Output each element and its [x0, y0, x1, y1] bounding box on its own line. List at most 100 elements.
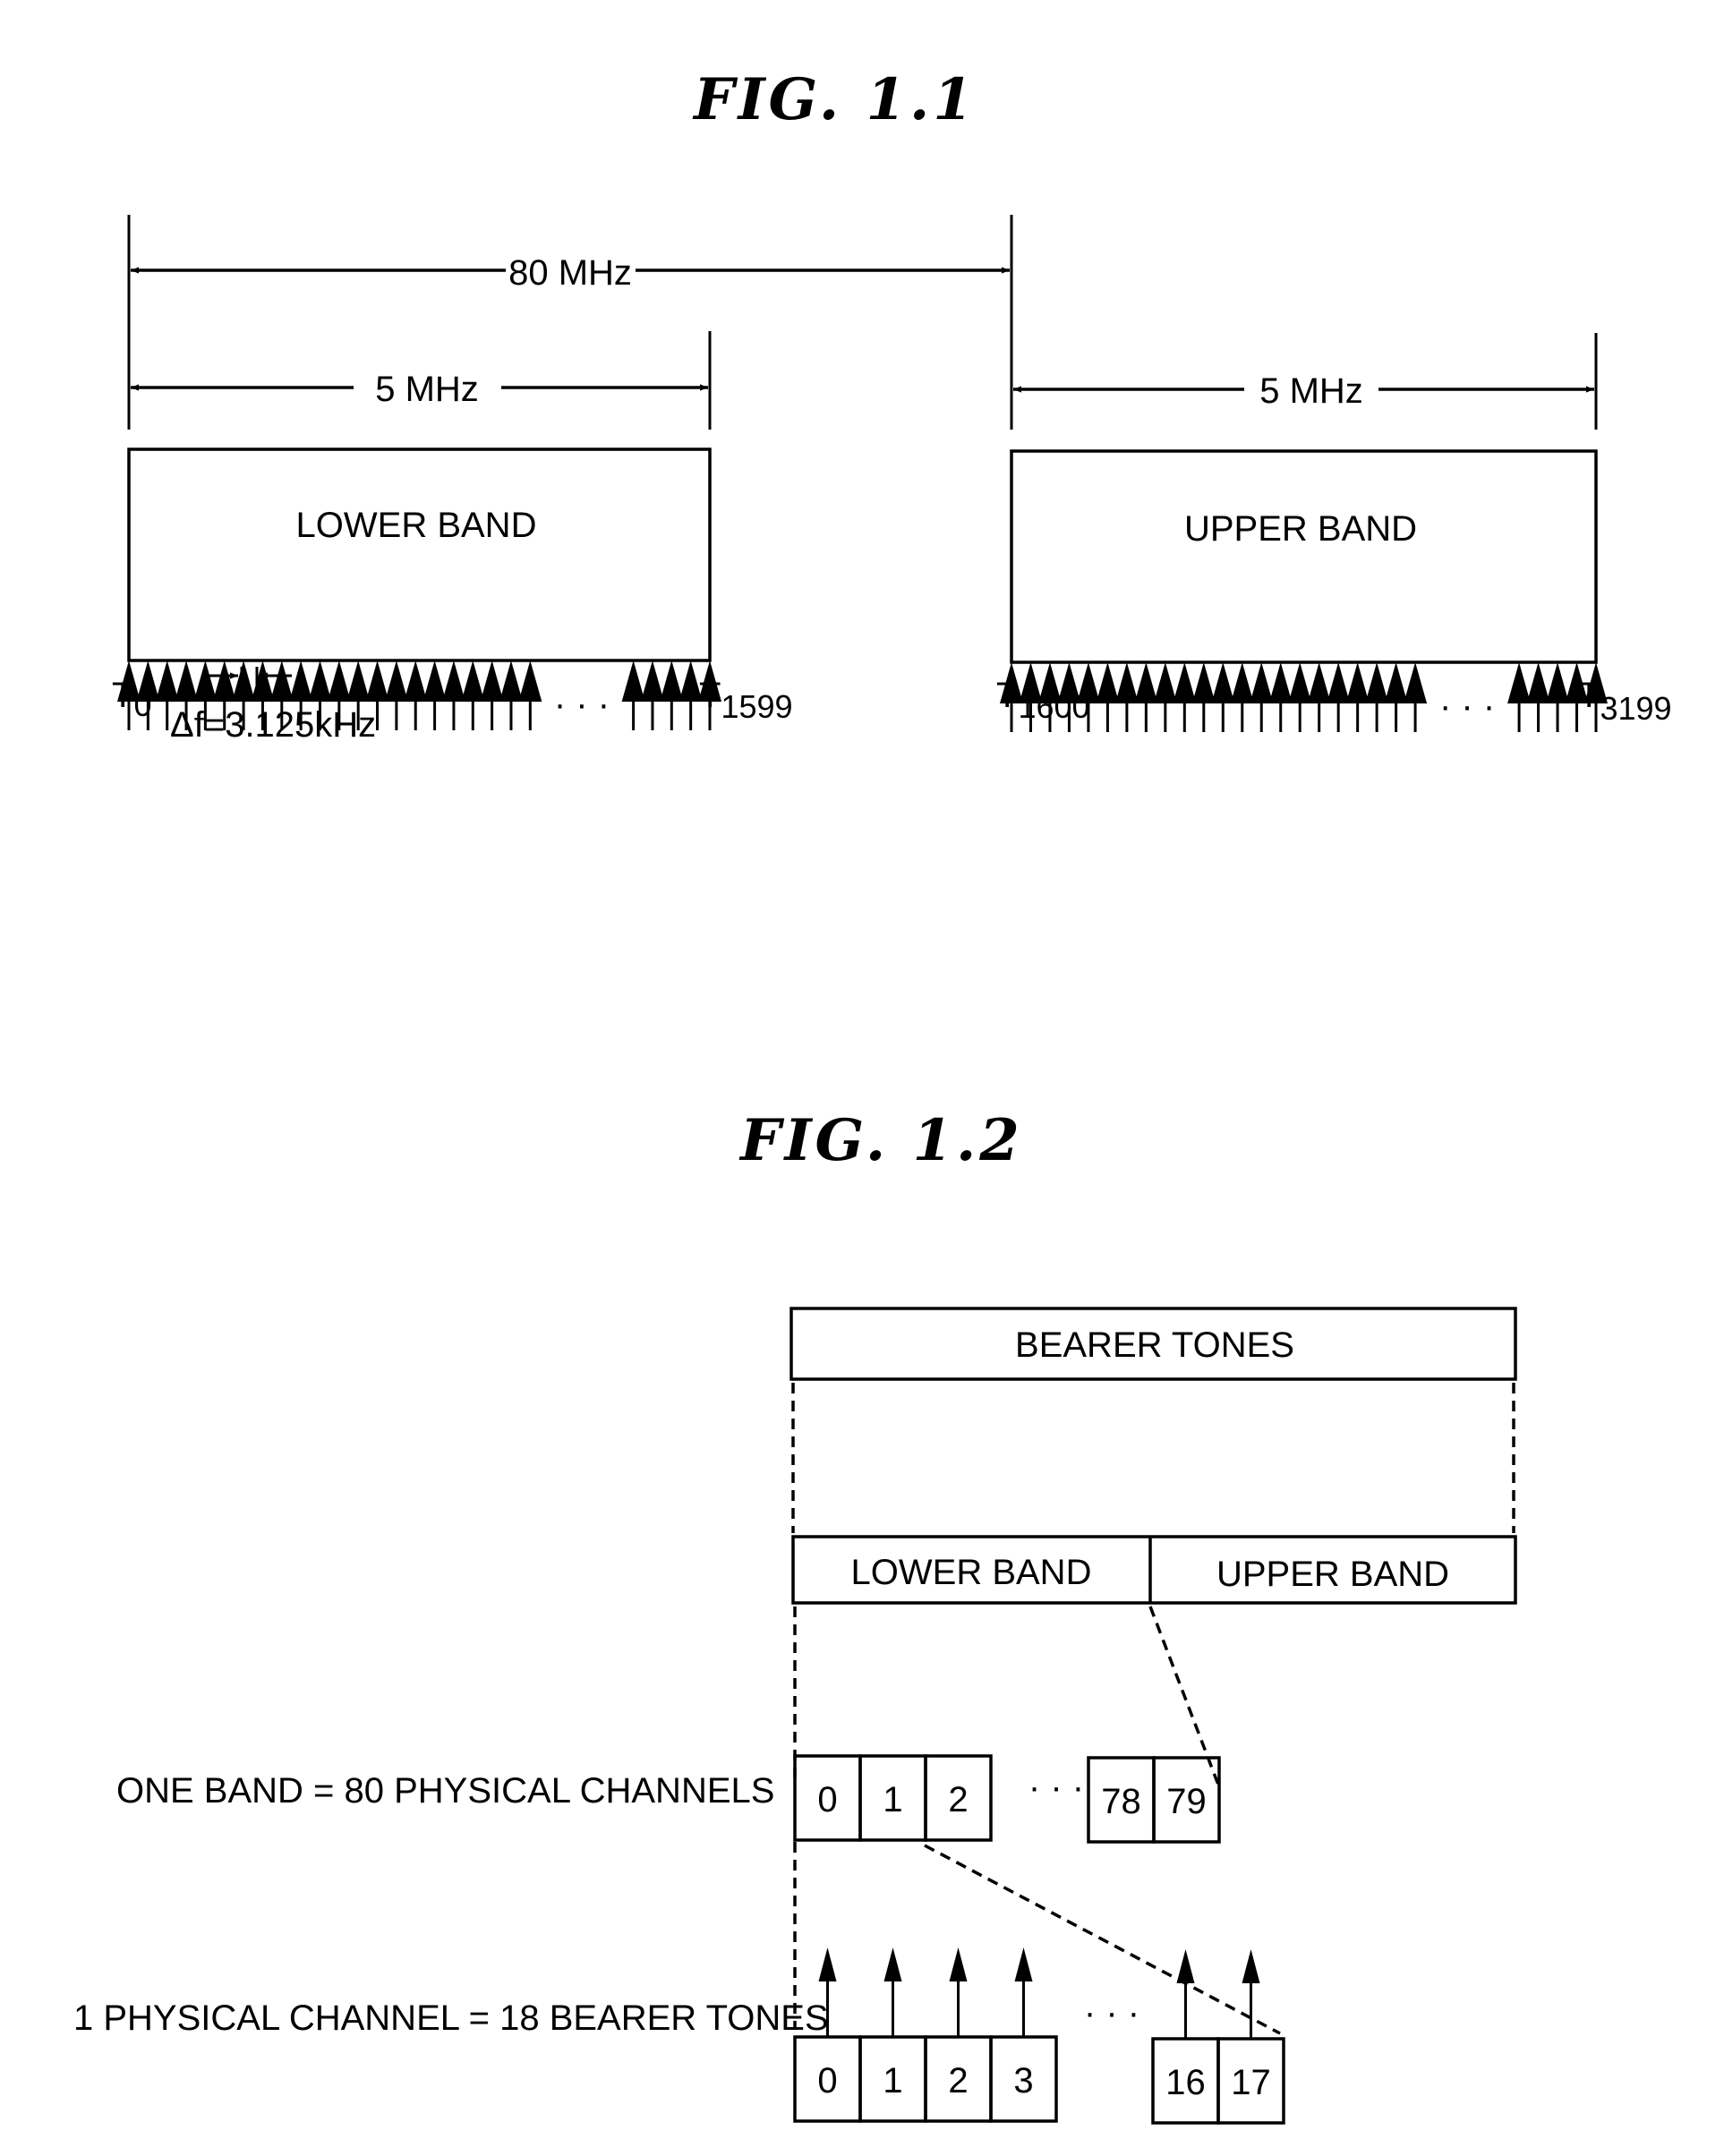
upper-band-box [1010, 449, 1598, 664]
tone-arrow-head [1096, 662, 1120, 703]
tone-arrow [422, 660, 447, 730]
tone-arrow-head [1230, 662, 1254, 703]
physical-channel-cell-number: 1 [883, 1780, 902, 1819]
patent-figure-canvas: FIG. 1.1 80 MHz 5 MHz 5 MHz LOWER BAND U… [73, 66, 1672, 2125]
bearer-tone-arrow-head [818, 1947, 837, 1981]
tone-arrow-head [232, 660, 256, 702]
tone-comb-ellipsis: · · · [554, 685, 610, 724]
dimension-lower-5mhz-label: 5 MHz [375, 370, 479, 409]
tone-arrow-head [308, 660, 332, 702]
bearer-tone-arrow-head [1014, 1947, 1033, 1981]
physical-channel-cell-number: 0 [817, 1780, 837, 1819]
tone-label-last-lower: T1599 [699, 676, 793, 725]
tone-arrow-head [660, 660, 684, 702]
tone-arrow [404, 660, 428, 730]
tone-arrow [461, 660, 485, 730]
tone-arrow [1230, 662, 1254, 732]
tone-arrow [1327, 662, 1351, 732]
lower-band-box [127, 447, 712, 662]
tone-arrow-head [461, 660, 485, 702]
tone-arrow [480, 660, 504, 730]
physical-channel-cell: 79 [1152, 1756, 1221, 1844]
bearer-tone-cell-number: 2 [948, 2061, 968, 2101]
tone-arrow [1507, 662, 1532, 732]
tone-arrow-head [365, 660, 389, 702]
bearer-tone-arrow-head [1242, 1949, 1260, 1983]
upper-band-label: UPPER BAND [1184, 509, 1417, 549]
tone-base: T [112, 676, 133, 715]
bearer-tone-cell: 2 [924, 1947, 993, 2123]
tone-arrow [621, 660, 645, 730]
tone-arrow-head [327, 660, 351, 702]
tone-cells-end: 16 17 [1151, 1949, 1285, 2125]
tone-arrow-head [155, 660, 179, 702]
tone-arrow-head [499, 660, 523, 702]
tone-arrow-head [212, 660, 236, 702]
tone-arrow-head [346, 660, 371, 702]
tone-arrow-head [1307, 662, 1331, 703]
tone-arrow-head [518, 660, 542, 702]
physical-channel-cell-number: 79 [1166, 1782, 1207, 1821]
tone-arrow [441, 660, 465, 730]
dimension-lower-5mhz: 5 MHz [131, 370, 708, 409]
tone-arrow [660, 660, 684, 730]
bearer-tone-arrow-head [1176, 1949, 1195, 1983]
tone-arrow [1153, 662, 1177, 732]
tone-arrow [1191, 662, 1216, 732]
tone-arrow-head [1114, 662, 1139, 703]
tone-base: T [699, 676, 721, 715]
bearer-tone-arrow-head [949, 1947, 968, 1981]
band-row-label: ONE BAND = 80 PHYSICAL CHANNELS [116, 1771, 774, 1811]
bearer-tone-cell-number: 16 [1165, 2063, 1206, 2102]
dimension-upper-5mhz-label: 5 MHz [1259, 371, 1363, 411]
bearer-tone-cell-number: 0 [817, 2061, 837, 2101]
tone-arrow [1211, 662, 1235, 732]
bearer-tone-arrow-head [883, 1947, 902, 1981]
tone-subscript: 1599 [721, 688, 792, 725]
bearer-tone-cell: 1 [858, 1947, 927, 2123]
upper-band-tone-comb: · · · [1000, 662, 1608, 732]
tone-arrow-head [175, 660, 199, 702]
tone-arrow-head [1384, 662, 1408, 703]
physical-channel-cell-number: 2 [948, 1780, 968, 1819]
tone-arrow [1096, 662, 1120, 732]
tone-arrow [1404, 662, 1428, 732]
tone-arrow-head [422, 660, 447, 702]
tone-arrow-head [1211, 662, 1235, 703]
tone-arrow-head [1134, 662, 1158, 703]
tone-cells-ellipsis: · · · [1084, 1993, 1139, 2032]
tone-arrow [1250, 662, 1274, 732]
tone-arrow-head [1268, 662, 1293, 703]
tone-arrow [1288, 662, 1312, 732]
tone-arrow-head [621, 660, 645, 702]
bearer-tone-cell: 3 [989, 1947, 1058, 2123]
tone-subscript: 3199 [1600, 690, 1671, 727]
tone-arrow-head [1153, 662, 1177, 703]
fig2-lower-band-label: LOWER BAND [851, 1553, 1092, 1592]
tone-arrow-head [1191, 662, 1216, 703]
physical-channel-cell: 2 [924, 1754, 993, 1842]
tone-label-last-upper: T3199 [1578, 676, 1672, 727]
figure-1-1-title: FIG. 1.1 [692, 66, 977, 133]
tone-subscript: 1600 [1018, 688, 1089, 725]
tone-arrow [1268, 662, 1293, 732]
tone-base: T [1578, 676, 1600, 715]
tone-arrow-head [480, 660, 504, 702]
band-channel-ellipsis: · · · [1028, 1768, 1084, 1807]
tone-subscript: 0 [133, 686, 151, 723]
bearer-tone-cell: 16 [1151, 1949, 1220, 2125]
tone-arrow-head [1546, 662, 1570, 703]
tone-arrow [640, 660, 664, 730]
tone-arrow [1526, 662, 1550, 732]
bearer-tone-cell-number: 1 [883, 2061, 902, 2101]
band-channel-cells-start: 0 1 2 [793, 1754, 993, 1842]
tone-arrow-head [404, 660, 428, 702]
figure-1-2: FIG. 1.2 BEARER TONES LOWER BAND UPPER B… [73, 1107, 1517, 2125]
bearer-tone-cell-number: 3 [1013, 2061, 1033, 2101]
tone-arrow [1114, 662, 1139, 732]
bearer-tone-cell: 17 [1216, 1949, 1285, 2125]
lower-band-label: LOWER BAND [296, 506, 537, 545]
tone-arrow-head [1345, 662, 1370, 703]
tone-arrow-head [1173, 662, 1197, 703]
tone-spacing-label: Δf=3.125kHz [170, 705, 376, 745]
